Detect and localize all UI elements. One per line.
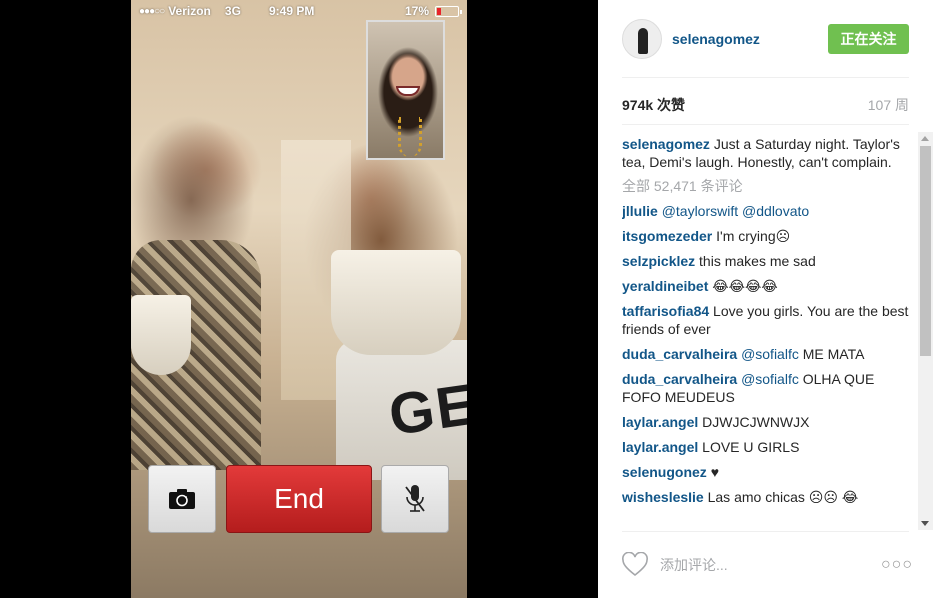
post-age[interactable]: 107 周: [868, 95, 909, 115]
comment-username[interactable]: jllulie: [622, 203, 658, 219]
comment-scrollbar[interactable]: [918, 132, 933, 530]
phone-status-bar: ●●●○○ Verizon 3G 9:49 PM 17%: [131, 0, 467, 22]
mute-button: [381, 465, 449, 533]
scroll-down-icon[interactable]: [921, 521, 929, 526]
view-all-comments-link[interactable]: 全部 52,471 条评论: [622, 177, 912, 195]
end-call-button: End: [226, 465, 372, 533]
comment-text: ♥: [710, 464, 719, 480]
comment-item: selenugonez ♥: [622, 463, 912, 481]
comment-list[interactable]: selenagomez Just a Saturday night. Taylo…: [622, 135, 912, 530]
like-count[interactable]: 974k 次赞: [622, 95, 685, 115]
post-media: GEI ●●●○○ Verizon 3G 9:49 PM 17% End: [0, 0, 598, 598]
battery-icon: [435, 5, 462, 17]
mute-microphone-icon: [405, 485, 425, 512]
signal-icon: ●●●○○: [139, 5, 165, 17]
comment-item: duda_carvalheira @sofialfc OLHA QUE FOFO…: [622, 370, 912, 406]
end-call-label: End: [274, 483, 324, 514]
following-button[interactable]: 正在关注: [828, 24, 909, 54]
scroll-up-icon[interactable]: [921, 136, 929, 141]
comment-username[interactable]: laylar.angel: [622, 414, 698, 430]
post-header: selenagomez 正在关注: [622, 18, 909, 60]
comment-username[interactable]: yeraldineibet: [622, 278, 708, 294]
heart-icon[interactable]: [622, 552, 648, 578]
comment-item: taffarisofia84 Love you girls. You are t…: [622, 302, 912, 338]
header-divider: [622, 77, 909, 78]
caption: selenagomez Just a Saturday night. Taylo…: [622, 135, 912, 171]
comment-text: I'm crying☹: [716, 228, 791, 244]
comment-item: selzpicklez this makes me sad: [622, 252, 912, 270]
comment-item: yeraldineibet 😂😂😂😂: [622, 277, 912, 295]
comment-footer: 添加评论... ○○○: [622, 550, 913, 580]
comment-username[interactable]: itsgomezeder: [622, 228, 712, 244]
scrollbar-thumb[interactable]: [920, 146, 931, 356]
camera-flip-icon: [169, 489, 195, 509]
comment-item: itsgomezeder I'm crying☹: [622, 227, 912, 245]
flip-camera-button: [148, 465, 216, 533]
teacup-right: [331, 250, 461, 355]
comment-username[interactable]: duda_carvalheira: [622, 346, 737, 362]
comment-text: LOVE U GIRLS: [702, 439, 800, 455]
comment-mention[interactable]: @sofialfc: [741, 371, 799, 387]
comment-item: laylar.angel DJWJCJWNWJX: [622, 413, 912, 431]
network-label: 3G: [224, 4, 241, 18]
comment-item: wisheslesIie Las amo chicas ☹☹ 😂: [622, 488, 912, 506]
more-options-icon[interactable]: ○○○: [881, 556, 913, 574]
post-sidebar: selenagomez 正在关注 974k 次赞 107 周 selenagom…: [598, 0, 933, 598]
comment-mention[interactable]: @ddlovato: [742, 203, 809, 219]
avatar[interactable]: [622, 19, 662, 59]
comment-item: duda_carvalheira @sofialfc ME MATA: [622, 345, 912, 363]
post-author-username[interactable]: selenagomez: [672, 31, 760, 47]
comment-text: DJWJCJWNWJX: [702, 414, 810, 430]
carrier-label: Verizon: [168, 4, 211, 18]
stats-divider: [622, 124, 909, 125]
comment-text: 😂😂😂😂: [712, 278, 778, 294]
footer-divider: [622, 531, 909, 532]
comment-mention[interactable]: @taylorswift: [662, 203, 738, 219]
battery-percent: 17%: [404, 4, 429, 18]
comment-username[interactable]: selzpicklez: [622, 253, 695, 269]
comment-username[interactable]: taffarisofia84: [622, 303, 709, 319]
comment-text: Las amo chicas ☹☹ 😂: [707, 489, 859, 505]
status-time: 9:49 PM: [269, 4, 315, 18]
comment-item: laylar.angel LOVE U GIRLS: [622, 438, 912, 456]
add-comment-input[interactable]: 添加评论...: [660, 555, 881, 575]
comment-text: ME MATA: [802, 346, 865, 362]
comment-username[interactable]: laylar.angel: [622, 439, 698, 455]
comment-username[interactable]: duda_carvalheira: [622, 371, 737, 387]
post-stats: 974k 次赞 107 周: [622, 95, 909, 115]
comment-mention[interactable]: @sofialfc: [741, 346, 799, 362]
comment-text: this makes me sad: [699, 253, 816, 269]
pip-smile: [396, 86, 420, 96]
shirt-lettering: GEI: [384, 368, 467, 449]
facetime-pip-video: [366, 20, 445, 160]
comment-username[interactable]: selenugonez: [622, 464, 707, 480]
comment-item: jllulie @taylorswift @ddlovato: [622, 202, 912, 220]
pip-necklace: [398, 117, 422, 157]
caption-username[interactable]: selenagomez: [622, 136, 710, 152]
comment-username[interactable]: wisheslesIie: [622, 489, 704, 505]
teacup-left: [131, 295, 191, 375]
